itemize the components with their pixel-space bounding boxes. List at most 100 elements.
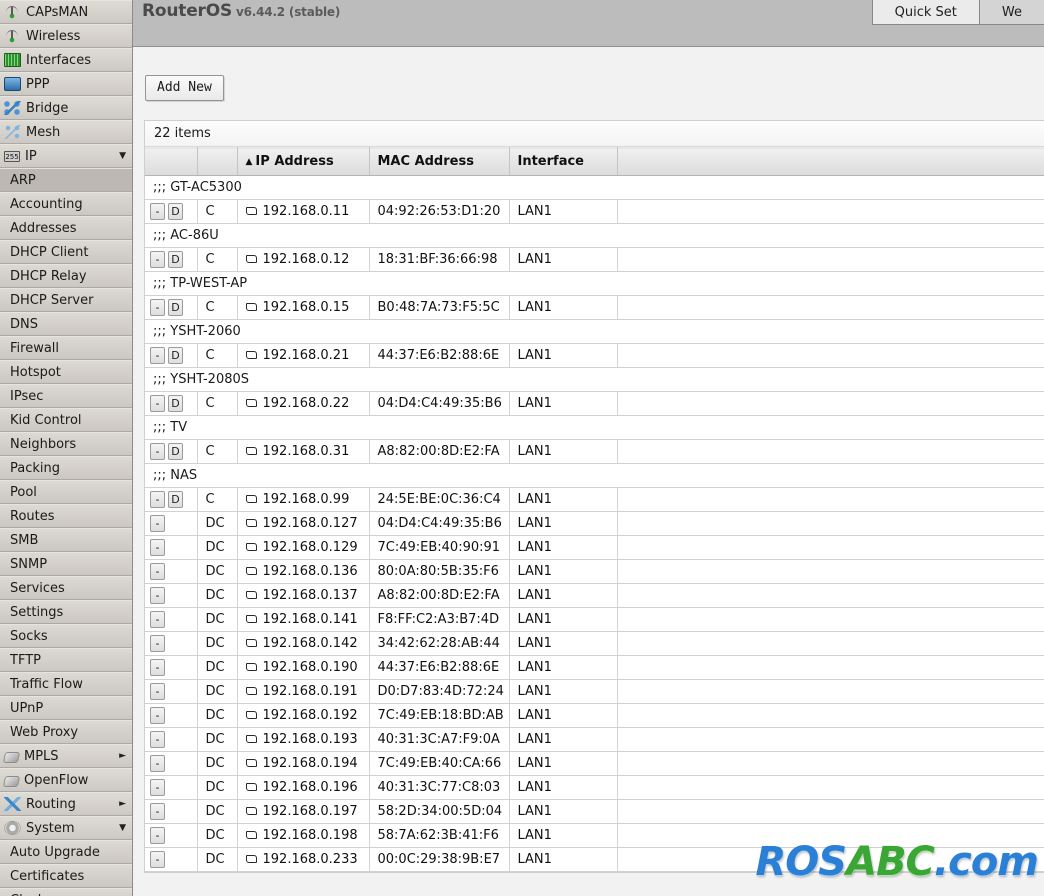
table-row[interactable]: - DC 192.168.0.193 40:31:3C:A7:F9:0A LAN1	[145, 727, 1044, 752]
sidebar-item-packing[interactable]: Packing	[0, 456, 132, 480]
sidebar-item-interfaces[interactable]: Interfaces	[0, 48, 132, 72]
sidebar-item-system[interactable]: System ▼	[0, 816, 132, 840]
sidebar-item-bridge[interactable]: Bridge	[0, 96, 132, 120]
table-row[interactable]: - DC 192.168.0.194 7C:49:EB:40:CA:66 LAN1	[145, 751, 1044, 776]
row-disable-button[interactable]: -	[150, 563, 165, 580]
row-detail-button[interactable]: D	[168, 251, 183, 268]
sidebar-item-services[interactable]: Services	[0, 576, 132, 600]
table-row[interactable]: - DC 192.168.0.233 00:0C:29:38:9B:E7 LAN1	[145, 847, 1044, 872]
row-disable-button[interactable]: -	[150, 755, 165, 772]
sidebar-item-socks[interactable]: Socks	[0, 624, 132, 648]
table-row[interactable]: - D C 192.168.0.15 B0:48:7A:73:F5:5C LAN1	[145, 295, 1044, 320]
row-detail-button[interactable]: D	[168, 299, 183, 316]
cell-mac-address: A8:82:00:8D:E2:FA	[369, 583, 510, 608]
add-new-button[interactable]: Add New	[145, 75, 224, 101]
table-row[interactable]: - DC 192.168.0.191 D0:D7:83:4D:72:24 LAN1	[145, 679, 1044, 704]
sidebar-item-certificates[interactable]: Certificates	[0, 864, 132, 888]
table-row[interactable]: - DC 192.168.0.141 F8:FF:C2:A3:B7:4D LAN1	[145, 607, 1044, 632]
table-row[interactable]: - D C 192.168.0.31 A8:82:00:8D:E2:FA LAN1	[145, 439, 1044, 464]
row-disable-button[interactable]: -	[150, 659, 165, 676]
sidebar-item-ipsec[interactable]: IPsec	[0, 384, 132, 408]
row-disable-button[interactable]: -	[150, 635, 165, 652]
sidebar-item-wireless[interactable]: Wireless	[0, 24, 132, 48]
col-header-ip-address[interactable]: ▲ IP Address	[237, 147, 370, 176]
row-disable-button[interactable]: -	[150, 515, 165, 532]
table-row[interactable]: - D C 192.168.0.99 24:5E:BE:0C:36:C4 LAN1	[145, 487, 1044, 512]
row-disable-button[interactable]: -	[150, 731, 165, 748]
tab-we[interactable]: We	[978, 0, 1044, 25]
row-disable-button[interactable]: -	[150, 491, 165, 508]
table-row[interactable]: - DC 192.168.0.129 7C:49:EB:40:90:91 LAN1	[145, 535, 1044, 560]
tab-quick-set[interactable]: Quick Set	[871, 0, 979, 25]
cell-interface: LAN1	[509, 775, 618, 800]
sidebar-item-accounting[interactable]: Accounting	[0, 192, 132, 216]
table-row[interactable]: - DC 192.168.0.197 58:2D:34:00:5D:04 LAN1	[145, 799, 1044, 824]
col-header-interface[interactable]: Interface	[509, 147, 618, 176]
sidebar-item-web-proxy[interactable]: Web Proxy	[0, 720, 132, 744]
sidebar-item-snmp[interactable]: SNMP	[0, 552, 132, 576]
sidebar-item-mesh[interactable]: Mesh	[0, 120, 132, 144]
sidebar-item-addresses[interactable]: Addresses	[0, 216, 132, 240]
row-disable-button[interactable]: -	[150, 251, 165, 268]
sidebar-item-firewall[interactable]: Firewall	[0, 336, 132, 360]
row-detail-button[interactable]: D	[168, 443, 183, 460]
row-detail-button[interactable]: D	[168, 395, 183, 412]
row-detail-button[interactable]: D	[168, 491, 183, 508]
row-disable-button[interactable]: -	[150, 707, 165, 724]
row-detail-button[interactable]: D	[168, 347, 183, 364]
sidebar-item-dns[interactable]: DNS	[0, 312, 132, 336]
sidebar-item-upnp[interactable]: UPnP	[0, 696, 132, 720]
table-row[interactable]: - DC 192.168.0.190 44:37:E6:B2:88:6E LAN1	[145, 655, 1044, 680]
col-header-mac-address[interactable]: MAC Address	[369, 147, 510, 176]
cell-ip-address: 192.168.0.198	[237, 823, 370, 848]
sidebar-item-clock[interactable]: Clock	[0, 888, 132, 896]
sidebar-item-routes[interactable]: Routes	[0, 504, 132, 528]
sidebar-item-dhcp-relay[interactable]: DHCP Relay	[0, 264, 132, 288]
sidebar-item-pool[interactable]: Pool	[0, 480, 132, 504]
sidebar-item-traffic-flow[interactable]: Traffic Flow	[0, 672, 132, 696]
table-row[interactable]: - DC 192.168.0.127 04:D4:C4:49:35:B6 LAN1	[145, 511, 1044, 536]
row-disable-button[interactable]: -	[150, 539, 165, 556]
sidebar-item-openflow[interactable]: OpenFlow	[0, 768, 132, 792]
row-disable-button[interactable]: -	[150, 203, 165, 220]
sidebar-item-tftp[interactable]: TFTP	[0, 648, 132, 672]
sidebar-item-hotspot[interactable]: Hotspot	[0, 360, 132, 384]
table-row[interactable]: - DC 192.168.0.192 7C:49:EB:18:BD:AB LAN1	[145, 703, 1044, 728]
row-disable-button[interactable]: -	[150, 443, 165, 460]
sidebar-item-auto-upgrade[interactable]: Auto Upgrade	[0, 840, 132, 864]
row-disable-button[interactable]: -	[150, 779, 165, 796]
sidebar-item-arp[interactable]: ARP	[0, 168, 132, 192]
table-row[interactable]: - D C 192.168.0.22 04:D4:C4:49:35:B6 LAN1	[145, 391, 1044, 416]
sidebar-item-dhcp-client[interactable]: DHCP Client	[0, 240, 132, 264]
sidebar-item-settings[interactable]: Settings	[0, 600, 132, 624]
row-disable-button[interactable]: -	[150, 827, 165, 844]
sidebar-item-kid-control[interactable]: Kid Control	[0, 408, 132, 432]
table-row[interactable]: - D C 192.168.0.11 04:92:26:53:D1:20 LAN1	[145, 199, 1044, 224]
sidebar-item-ip[interactable]: IP ▼	[0, 144, 132, 168]
row-disable-button[interactable]: -	[150, 803, 165, 820]
row-disable-button[interactable]: -	[150, 347, 165, 364]
row-disable-button[interactable]: -	[150, 587, 165, 604]
sidebar-item-capsman[interactable]: CAPsMAN	[0, 0, 132, 24]
sidebar-item-dhcp-server[interactable]: DHCP Server	[0, 288, 132, 312]
table-row[interactable]: - DC 192.168.0.136 80:0A:80:5B:35:F6 LAN1	[145, 559, 1044, 584]
table-row[interactable]: - D C 192.168.0.21 44:37:E6:B2:88:6E LAN1	[145, 343, 1044, 368]
cell-ip-address: 192.168.0.136	[237, 559, 370, 584]
row-action-buttons: -	[145, 607, 198, 632]
sidebar-item-mpls[interactable]: MPLS ►	[0, 744, 132, 768]
row-disable-button[interactable]: -	[150, 683, 165, 700]
row-disable-button[interactable]: -	[150, 611, 165, 628]
sidebar-item-neighbors[interactable]: Neighbors	[0, 432, 132, 456]
table-row[interactable]: - DC 192.168.0.142 34:42:62:28:AB:44 LAN1	[145, 631, 1044, 656]
table-row[interactable]: - D C 192.168.0.12 18:31:BF:36:66:98 LAN1	[145, 247, 1044, 272]
row-disable-button[interactable]: -	[150, 299, 165, 316]
table-row[interactable]: - DC 192.168.0.196 40:31:3C:77:C8:03 LAN1	[145, 775, 1044, 800]
row-detail-button[interactable]: D	[168, 203, 183, 220]
sidebar-item-routing[interactable]: Routing ►	[0, 792, 132, 816]
sidebar-item-smb[interactable]: SMB	[0, 528, 132, 552]
table-row[interactable]: - DC 192.168.0.137 A8:82:00:8D:E2:FA LAN1	[145, 583, 1044, 608]
sidebar-item-ppp[interactable]: PPP	[0, 72, 132, 96]
row-disable-button[interactable]: -	[150, 851, 165, 868]
row-disable-button[interactable]: -	[150, 395, 165, 412]
table-row[interactable]: - DC 192.168.0.198 58:7A:62:3B:41:F6 LAN1	[145, 823, 1044, 848]
